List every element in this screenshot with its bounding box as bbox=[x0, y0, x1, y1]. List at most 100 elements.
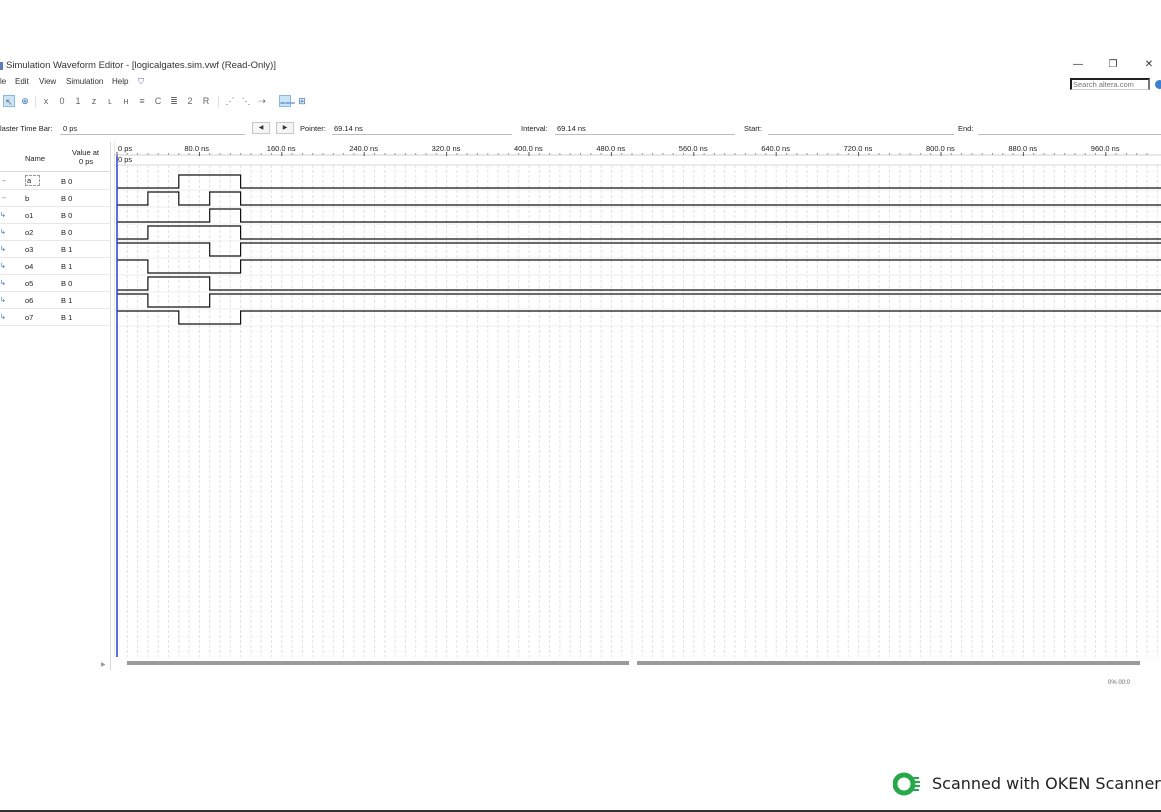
master-time-bar-label: laster Time Bar: bbox=[0, 124, 53, 133]
horizontal-scrollbar-thumb[interactable] bbox=[637, 661, 1140, 665]
value-0-icon[interactable]: 0 bbox=[56, 95, 68, 107]
arrow-icon[interactable]: ⇢ bbox=[256, 95, 268, 107]
signal-row[interactable]: ↳ o6 B 1 bbox=[0, 292, 111, 309]
status-text: 0% 00:0 bbox=[1108, 680, 1131, 686]
time-bar: laster Time Bar: 0 ps ◀ ▶ Pointer: 69.14… bbox=[0, 122, 1161, 136]
menu-simulation[interactable]: Simulation bbox=[66, 77, 103, 86]
start-field bbox=[768, 134, 954, 135]
signal-name[interactable]: o2 bbox=[25, 228, 33, 237]
clock-icon[interactable]: 2 bbox=[184, 95, 196, 107]
restore-button[interactable]: ❐ bbox=[1104, 58, 1122, 72]
signal-name[interactable]: o1 bbox=[25, 211, 33, 220]
value-x-icon[interactable]: x bbox=[40, 95, 52, 107]
value-high-icon[interactable]: ʜ bbox=[120, 95, 132, 107]
signal-name[interactable]: o7 bbox=[25, 313, 33, 322]
signal-name[interactable]: o6 bbox=[25, 296, 33, 305]
signal-row[interactable]: → b B 0 bbox=[0, 190, 111, 207]
time-tick-label: 160.0 ns bbox=[267, 144, 296, 153]
signal-row[interactable]: ↳ o1 B 0 bbox=[0, 207, 111, 224]
time-tick-label: 880.0 ns bbox=[1008, 144, 1037, 153]
scroll-left-icon[interactable]: ◀ bbox=[252, 122, 270, 134]
invert-icon[interactable]: C bbox=[152, 95, 164, 107]
count-value-icon[interactable]: ≣ bbox=[168, 95, 180, 107]
close-button[interactable]: ✕ bbox=[1140, 58, 1158, 72]
signal-row[interactable]: ↳ o7 B 1 bbox=[0, 309, 111, 326]
toolbar: ↖ ⊕ x 0 1 z ʟ ʜ ≡ C ≣ 2 R ⋰ ⋱ ⇢ ⩶ ⊞ bbox=[0, 94, 1161, 110]
signal-name[interactable]: a bbox=[25, 175, 41, 186]
time-tick-label: 720.0 ns bbox=[844, 144, 873, 153]
signal-name[interactable]: b bbox=[25, 194, 29, 203]
output-pin-icon: ↳ bbox=[0, 297, 6, 304]
output-pin-icon: ↳ bbox=[0, 246, 6, 253]
waveform-pane[interactable]: 0 ps 80.0 ns 160.0 ns 240.0 ns 320.0 ns 400.0… bbox=[114, 142, 1161, 670]
waveform-o3[interactable] bbox=[117, 242, 1161, 257]
signal-row[interactable]: ↳ o3 B 1 bbox=[0, 241, 111, 258]
waveform-o2[interactable] bbox=[117, 225, 1161, 240]
output-pin-icon: ↳ bbox=[0, 263, 6, 270]
cursor-time-label: 0 ps bbox=[118, 155, 132, 164]
end-label: End: bbox=[958, 124, 974, 133]
value-z-icon[interactable]: z bbox=[88, 95, 100, 107]
globe-icon[interactable] bbox=[1155, 80, 1161, 89]
signal-value: B 1 bbox=[61, 313, 73, 322]
scroll-right-icon[interactable]: ▶ bbox=[276, 122, 294, 134]
pointer-label: Pointer: bbox=[300, 124, 326, 133]
arbitrary-value-icon[interactable]: R bbox=[200, 95, 212, 107]
time-tick-label: 320.0 ns bbox=[432, 144, 461, 153]
menu-view[interactable]: View bbox=[39, 77, 56, 86]
signal-row[interactable]: ↳ o5 B 0 bbox=[0, 275, 111, 292]
time-tick-label: 640.0 ns bbox=[761, 144, 790, 153]
signal-row[interactable]: ↳ o2 B 0 bbox=[0, 224, 111, 241]
name-column-header[interactable]: Name bbox=[25, 154, 45, 163]
scroll-right-arrow-icon[interactable]: ▶ bbox=[101, 661, 106, 668]
snap-grid-icon[interactable]: ⋰ bbox=[224, 95, 236, 107]
master-time-bar-value[interactable]: 0 ps bbox=[63, 124, 77, 133]
pointer-value: 69.14 ns bbox=[334, 124, 363, 133]
minimize-button[interactable]: — bbox=[1069, 58, 1087, 72]
output-pin-icon: ↳ bbox=[0, 314, 6, 321]
value-low-icon[interactable]: ʟ bbox=[104, 95, 116, 107]
signal-name[interactable]: o5 bbox=[25, 279, 33, 288]
signal-name[interactable]: o3 bbox=[25, 245, 33, 254]
waveform-b[interactable] bbox=[117, 191, 1161, 206]
end-field bbox=[978, 134, 1161, 135]
waveform-a[interactable] bbox=[117, 174, 1161, 189]
signal-name[interactable]: o4 bbox=[25, 262, 33, 271]
chart-icon[interactable]: ⩶ bbox=[279, 95, 295, 107]
scanner-watermark: Scanned with OKEN Scanner bbox=[932, 774, 1161, 793]
window-icon bbox=[0, 62, 3, 70]
waveform-o4[interactable] bbox=[117, 259, 1161, 274]
oken-scanner-logo-icon bbox=[893, 772, 920, 796]
waveform-o5[interactable] bbox=[117, 276, 1161, 291]
waveform-o6[interactable] bbox=[117, 293, 1161, 308]
toolbar-separator bbox=[218, 96, 219, 107]
time-tick-label: 800.0 ns bbox=[926, 144, 955, 153]
time-tick-label: 400.0 ns bbox=[514, 144, 543, 153]
value-dc-icon[interactable]: ≡ bbox=[136, 95, 148, 107]
signal-row[interactable]: → a B 0 bbox=[0, 173, 111, 190]
zoom-tool-icon[interactable]: ⊕ bbox=[19, 95, 31, 107]
waveform-o7[interactable] bbox=[117, 310, 1161, 325]
output-pin-icon: ↳ bbox=[0, 212, 6, 219]
signal-row[interactable]: ↳ o4 B 1 bbox=[0, 258, 111, 275]
input-pin-icon: → bbox=[0, 194, 7, 201]
value-1-icon[interactable]: 1 bbox=[72, 95, 84, 107]
output-pin-icon: ↳ bbox=[0, 229, 6, 236]
grid-icon[interactable]: ⊞ bbox=[296, 95, 308, 107]
snap-transition-icon[interactable]: ⋱ bbox=[240, 95, 252, 107]
time-tick-label: 80.0 ns bbox=[184, 144, 209, 153]
waveform-o1[interactable] bbox=[117, 208, 1161, 223]
search-help-icon[interactable]: ⛉ bbox=[138, 77, 144, 87]
selection-tool-icon[interactable]: ↖ bbox=[3, 95, 15, 107]
output-pin-icon: ↳ bbox=[0, 280, 6, 287]
signal-value: B 0 bbox=[61, 194, 73, 203]
menu-edit[interactable]: Edit bbox=[15, 77, 29, 86]
menu-file[interactable]: le bbox=[0, 77, 6, 86]
value-column-header[interactable]: Value at bbox=[72, 148, 99, 157]
menu-help[interactable]: Help bbox=[112, 77, 128, 86]
search-input[interactable] bbox=[1070, 78, 1150, 90]
time-tick-label: 480.0 ns bbox=[596, 144, 625, 153]
waveform-chart[interactable]: 0 ps 80.0 ns 160.0 ns 240.0 ns 320.0 ns 400.0… bbox=[114, 142, 1161, 670]
horizontal-scrollbar-thumb[interactable] bbox=[127, 661, 629, 665]
master-time-bar-field[interactable] bbox=[60, 134, 245, 135]
